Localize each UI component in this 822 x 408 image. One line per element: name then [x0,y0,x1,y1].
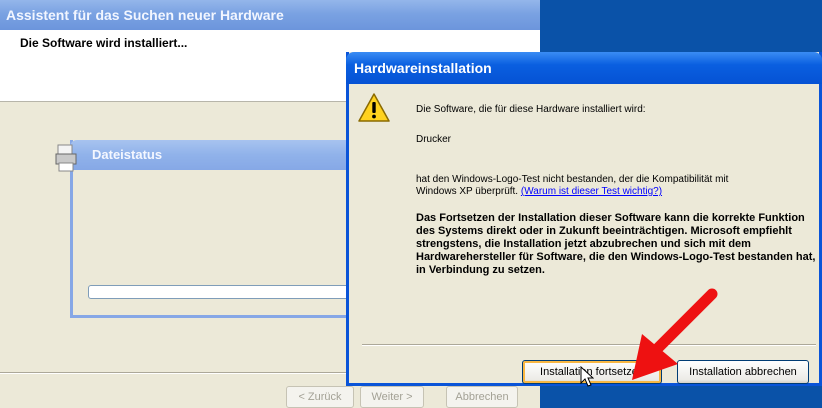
wizard-header-text: Die Software wird installiert... [20,36,188,50]
next-button[interactable]: Weiter > [360,386,424,408]
file-status-title-bar: Dateistatus [70,140,368,170]
dialog-divider [362,344,816,346]
mouse-cursor-icon [580,366,594,387]
device-name: Drucker [416,134,452,145]
warning-icon [358,93,390,122]
file-progress-bar [88,285,358,299]
why-test-important-link[interactable]: (Warum ist dieser Test wichtig?) [521,186,662,197]
logo-test-text-line2: Windows XP überprüft. [416,186,519,197]
back-button[interactable]: < Zurück [286,386,354,408]
dialog-title-bar: Hardwareinstallation [346,52,822,84]
cancel-button[interactable]: Abbrechen [446,386,518,408]
dialog-intro-text: Die Software, die für diese Hardware ins… [416,104,646,115]
printer-icon [55,144,77,172]
warning-text: Das Fortsetzen der Installation dieser S… [416,212,816,276]
wizard-title-bar: Assistent für das Suchen neuer Hardware [0,0,540,30]
logo-test-text: hat den Windows-Logo-Test nicht bestande… [416,174,816,198]
logo-test-text-line1: hat den Windows-Logo-Test nicht bestande… [416,174,729,185]
red-arrow-icon [632,288,718,380]
